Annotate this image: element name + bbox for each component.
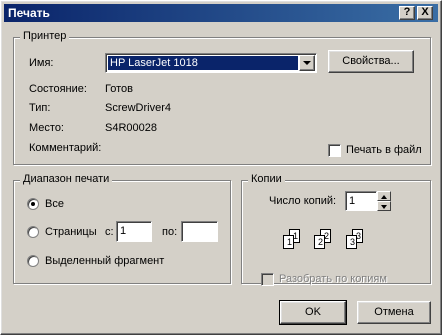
copies-count-input[interactable]: 1 [345, 191, 377, 211]
print-range-group-label: Диапазон печати [20, 173, 113, 185]
copies-count-label: Число копий: [269, 195, 337, 207]
cancel-button[interactable]: Отмена [357, 301, 431, 324]
print-to-file-checkbox[interactable] [328, 144, 341, 157]
page-icon: 1 [283, 235, 294, 249]
collate-checkbox[interactable] [261, 273, 274, 286]
page-icon: 2 [314, 235, 325, 249]
range-from-label: с: [105, 226, 114, 238]
range-to-input[interactable] [181, 221, 218, 242]
print-dialog: Печать ? X Принтер Имя: HP LaserJet 1018… [0, 0, 442, 335]
range-all-label[interactable]: Все [45, 198, 64, 210]
collate-pages-icon: 1 1 2 2 3 3 [279, 227, 379, 257]
title-bar: Печать ? X [4, 4, 438, 22]
arrow-down-icon [381, 205, 387, 209]
printer-name-label: Имя: [29, 57, 54, 69]
copies-group-label: Копии [248, 173, 285, 185]
ok-button[interactable]: OK [279, 300, 347, 325]
collate-label[interactable]: Разобрать по копиям [279, 273, 387, 285]
properties-button[interactable]: Свойства... [328, 50, 414, 73]
range-from-input[interactable]: 1 [116, 221, 152, 242]
range-selection-radio[interactable] [27, 255, 39, 267]
printer-name-value: HP LaserJet 1018 [108, 56, 298, 70]
range-pages-label[interactable]: Страницы [45, 226, 97, 238]
spin-down-button[interactable] [377, 201, 391, 211]
dialog-title: Печать [8, 6, 50, 20]
chevron-down-icon [303, 61, 311, 65]
print-to-file-label[interactable]: Печать в файл [346, 144, 422, 156]
printer-status-value: Готов [105, 83, 133, 95]
range-pages-radio[interactable] [27, 226, 39, 238]
range-selection-label[interactable]: Выделенный фрагмент [45, 255, 164, 267]
printer-group-label: Принтер [20, 30, 70, 42]
printer-type-label: Тип: [29, 102, 51, 114]
copies-spinner[interactable] [377, 191, 391, 211]
printer-name-select[interactable]: HP LaserJet 1018 [105, 53, 317, 73]
range-all-radio[interactable] [27, 198, 39, 210]
printer-location-value: S4R00028 [105, 122, 157, 134]
dropdown-arrow-button[interactable] [299, 55, 315, 71]
printer-location-label: Место: [29, 122, 64, 134]
range-to-label: по: [162, 226, 178, 238]
spin-up-button[interactable] [377, 191, 391, 201]
printer-type-value: ScrewDriver4 [105, 102, 172, 114]
help-button[interactable]: ? [399, 6, 415, 20]
arrow-up-icon [381, 195, 387, 199]
printer-comment-label: Комментарий: [29, 142, 102, 154]
page-icon: 3 [346, 235, 357, 249]
printer-status-label: Состояние: [29, 83, 87, 95]
close-button[interactable]: X [417, 6, 433, 20]
